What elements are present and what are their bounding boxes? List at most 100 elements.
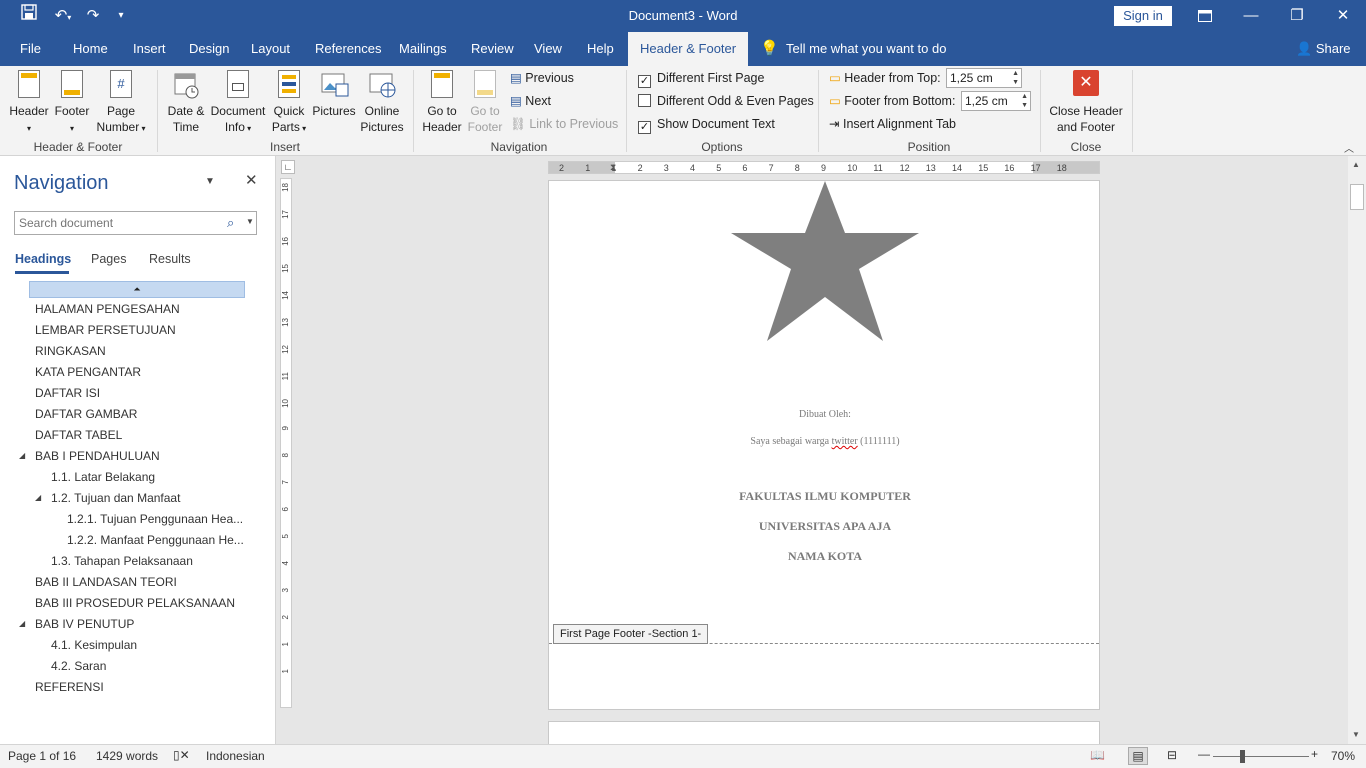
heading-item[interactable]: 4.2. Saran xyxy=(51,659,106,673)
previous-button[interactable]: ▤ Previous xyxy=(510,68,574,88)
heading-item[interactable]: 1.1. Latar Belakang xyxy=(51,470,155,484)
save-icon[interactable] xyxy=(16,4,42,28)
next-button[interactable]: ▤ Next xyxy=(510,91,551,111)
spinner-arrows-icon[interactable]: ▲ ▼ xyxy=(1012,69,1019,87)
heading-item[interactable]: BAB I PENDAHULUAN xyxy=(35,449,160,463)
zoom-level[interactable]: 70% xyxy=(1331,749,1355,763)
heading-item[interactable]: RINGKASAN xyxy=(35,344,106,358)
tab-help[interactable]: Help xyxy=(585,32,616,66)
undo-icon[interactable]: ↶▾ xyxy=(48,4,78,28)
heading-item[interactable]: BAB IV PENUTUP xyxy=(35,617,134,631)
heading-item[interactable]: KATA PENGANTAR xyxy=(35,365,141,379)
close-window-icon[interactable]: ✕ xyxy=(1320,0,1366,32)
tab-mailings[interactable]: Mailings xyxy=(397,32,449,66)
heading-item[interactable]: REFERENSI xyxy=(35,680,104,694)
go-to-header-button[interactable]: Go to Header xyxy=(420,70,464,138)
zoom-slider-thumb[interactable] xyxy=(1240,750,1245,763)
page-number-button[interactable]: # Page Number ▾ xyxy=(94,70,148,138)
customize-qat-icon[interactable]: ▾ xyxy=(108,4,134,28)
heading-item[interactable]: BAB III PROSEDUR PELAKSANAAN xyxy=(35,596,235,610)
word-count[interactable]: 1429 words xyxy=(96,749,158,763)
proofing-icon[interactable]: ▯✕ xyxy=(173,748,190,762)
collapse-ribbon-icon[interactable]: ︿ xyxy=(1344,140,1354,155)
language[interactable]: Indonesian xyxy=(206,749,265,763)
vertical-ruler[interactable]: 18 17 16 15 14 13 12 11 10 9 8 7 6 5 4 3 2 1 1 xyxy=(280,178,292,708)
read-mode-icon[interactable]: 📖 xyxy=(1090,748,1105,762)
close-pane-icon[interactable]: ✕ xyxy=(245,171,258,189)
zoom-out-icon[interactable]: — xyxy=(1198,747,1210,761)
footer-from-bottom-spinner[interactable]: 1,25 cm ▲ ▼ xyxy=(961,91,1031,111)
tab-selector-icon[interactable]: ∟ xyxy=(281,160,295,174)
pictures-button[interactable]: Pictures xyxy=(310,70,358,138)
heading-item[interactable]: 1.2.1. Tujuan Penggunaan Hea... xyxy=(67,512,243,526)
quick-parts-button[interactable]: Quick Parts ▾ xyxy=(268,70,310,138)
redo-icon[interactable]: ↷ xyxy=(80,4,106,28)
tab-design[interactable]: Design xyxy=(187,32,231,66)
ribbon-display-options-icon[interactable] xyxy=(1182,0,1228,32)
insert-alignment-tab-button[interactable]: ⇥ Insert Alignment Tab xyxy=(829,114,956,134)
tab-home[interactable]: Home xyxy=(71,32,110,66)
heading-item[interactable]: DAFTAR ISI xyxy=(35,386,100,400)
scroll-up-icon[interactable]: ▲ xyxy=(1352,160,1360,169)
heading-item[interactable]: 1.2.2. Manfaat Penggunaan He... xyxy=(67,533,244,547)
share-button[interactable]: 👤 Share xyxy=(1294,32,1353,66)
heading-item[interactable]: DAFTAR GAMBAR xyxy=(35,407,137,421)
tab-references[interactable]: References xyxy=(313,32,383,66)
tab-view[interactable]: View xyxy=(532,32,564,66)
sign-in-button[interactable]: Sign in xyxy=(1114,6,1172,26)
expand-triangle-icon[interactable]: ◢ xyxy=(19,619,25,628)
search-icon[interactable]: ⌕ xyxy=(227,215,234,231)
heading-item[interactable]: DAFTAR TABEL xyxy=(35,428,122,442)
footer-button[interactable]: Footer ▾ xyxy=(52,70,92,138)
header-button[interactable]: Header ▾ xyxy=(6,70,52,138)
date-time-button[interactable]: Date & Time xyxy=(164,70,208,138)
heading-item[interactable]: 1.2. Tujuan dan Manfaat xyxy=(51,491,180,505)
go-to-footer-button[interactable]: Go to Footer xyxy=(464,70,506,138)
scroll-down-icon[interactable]: ▼ xyxy=(1352,730,1360,739)
tab-headings[interactable]: Headings xyxy=(15,252,71,266)
different-odd-even-checkbox[interactable]: Different Odd & Even Pages xyxy=(638,91,814,111)
show-document-text-checkbox[interactable]: ✓ Show Document Text xyxy=(638,114,775,134)
spelling-error-word[interactable]: twitter xyxy=(832,436,858,447)
header-from-top-spinner[interactable]: 1,25 cm ▲ ▼ xyxy=(946,68,1022,88)
expand-triangle-icon[interactable]: ◢ xyxy=(35,493,41,502)
tab-header-footer[interactable]: Header & Footer xyxy=(628,32,749,66)
page-count[interactable]: Page 1 of 16 xyxy=(8,749,76,763)
zoom-slider-track[interactable] xyxy=(1213,756,1309,757)
tab-layout[interactable]: Layout xyxy=(249,32,292,66)
document-info-button[interactable]: Document Info ▾ xyxy=(210,70,266,138)
spinner-arrows-icon[interactable]: ▲ ▼ xyxy=(1021,92,1028,110)
star-shape[interactable] xyxy=(729,181,921,343)
tab-pages[interactable]: Pages xyxy=(91,252,126,266)
different-first-page-checkbox[interactable]: ✓ Different First Page xyxy=(638,68,764,88)
tab-insert[interactable]: Insert xyxy=(131,32,168,66)
minimize-icon[interactable]: — xyxy=(1228,0,1274,32)
horizontal-ruler[interactable]: 2 1 1 2 3 4 5 6 7 8 9 10 11 12 13 14 15 16 17 18 ⧗ xyxy=(548,161,1100,174)
document-page[interactable]: Dibuat Oleh: Saya sebagai warga twitter … xyxy=(548,180,1100,710)
indent-marker-icon[interactable]: ⧗ xyxy=(610,162,616,173)
online-pictures-button[interactable]: Online Pictures xyxy=(358,70,406,138)
restore-icon[interactable]: ❐ xyxy=(1274,0,1320,32)
search-document-input[interactable] xyxy=(15,212,215,234)
close-header-footer-button[interactable]: ✕ Close Header and Footer xyxy=(1046,70,1126,138)
heading-item[interactable]: 1.3. Tahapan Pelaksanaan xyxy=(51,554,193,568)
zoom-in-icon[interactable]: + xyxy=(1311,747,1318,761)
web-layout-icon[interactable]: ⊟ xyxy=(1167,748,1177,762)
heading-item[interactable]: BAB II LANDASAN TEORI xyxy=(35,575,177,589)
search-dropdown-icon[interactable]: ▼ xyxy=(246,217,254,226)
print-layout-icon[interactable]: ▤ xyxy=(1128,747,1148,765)
link-to-previous-button[interactable]: ⛓ Link to Previous xyxy=(510,114,618,134)
tab-results[interactable]: Results xyxy=(149,252,191,266)
heading-item[interactable]: LEMBAR PERSETUJUAN xyxy=(35,323,176,337)
scroll-thumb[interactable] xyxy=(1350,184,1364,210)
search-document-box[interactable]: ⌕ ▼ xyxy=(14,211,257,235)
heading-item[interactable]: HALAMAN PENGESAHAN xyxy=(35,302,180,316)
pane-options-icon[interactable]: ▼ xyxy=(205,176,215,187)
heading-item[interactable]: 4.1. Kesimpulan xyxy=(51,638,137,652)
collapse-all-bar[interactable]: ⏶ xyxy=(29,281,245,298)
tab-review[interactable]: Review xyxy=(469,32,516,66)
expand-triangle-icon[interactable]: ◢ xyxy=(19,451,25,460)
vertical-scrollbar[interactable]: ▲ ▼ xyxy=(1348,156,1366,744)
tell-me-search[interactable]: Tell me what you want to do xyxy=(784,32,948,66)
tab-file[interactable]: File xyxy=(18,32,43,66)
